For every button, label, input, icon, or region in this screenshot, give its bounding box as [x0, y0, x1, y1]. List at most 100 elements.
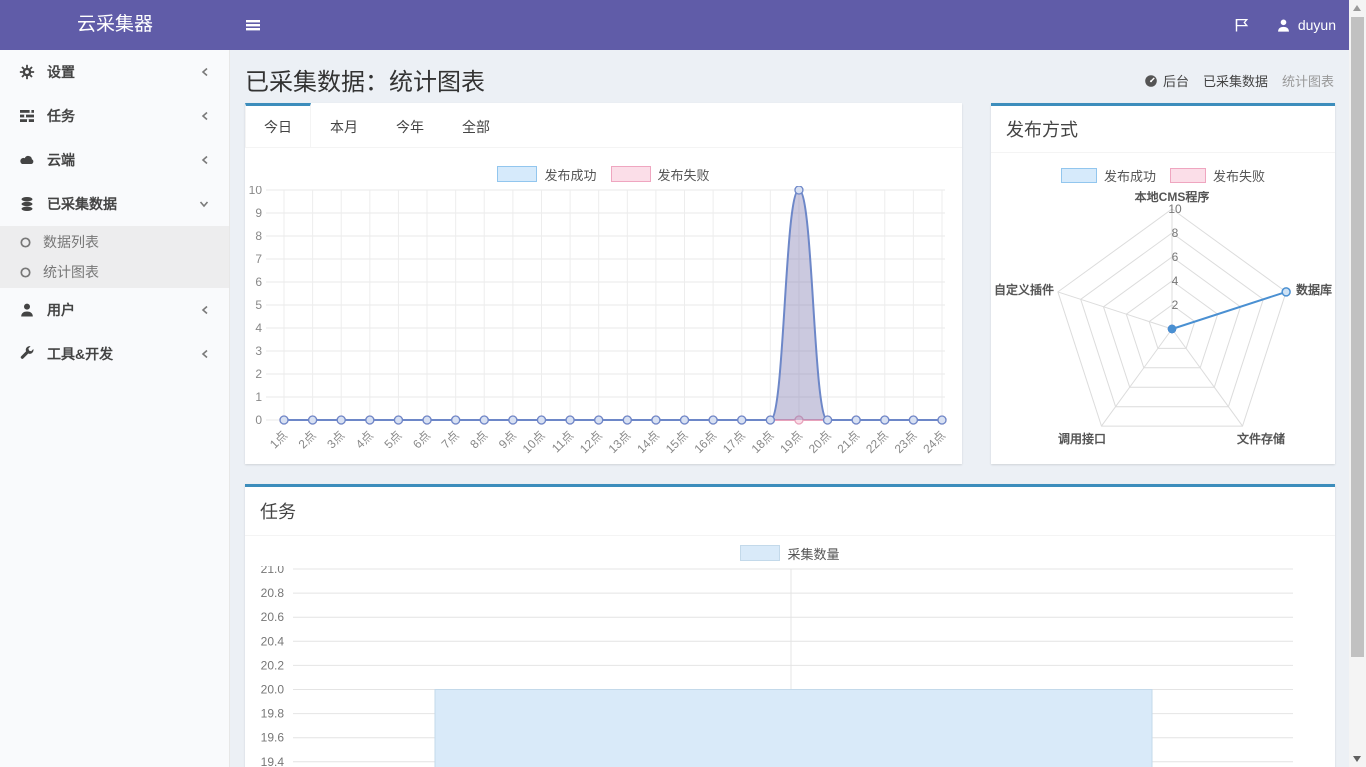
publish-method-radar-chart: 246810本地CMS程序数据库文件存储调用接口自定义插件: [991, 191, 1335, 467]
panel-title: 任务: [260, 502, 296, 522]
svg-text:20.2: 20.2: [261, 658, 285, 672]
publish-stats-panel: 今日 本月 今年 全部 发布成功 发布失败 0123456789101点2点3点…: [245, 103, 962, 464]
circle-outline-icon: [20, 267, 31, 278]
tasks-panel: 任务 采集数量 21.0 20.8 20.6 20.4 20.2 20.0 19.8 19.6…: [245, 484, 1335, 767]
svg-text:4: 4: [255, 321, 262, 335]
legend-label: 发布失败: [658, 165, 710, 184]
svg-text:20.0: 20.0: [261, 683, 285, 697]
svg-text:9: 9: [255, 206, 262, 220]
charts-row: 今日 本月 今年 全部 发布成功 发布失败 0123456789101点2点3点…: [245, 103, 1334, 464]
svg-text:7: 7: [255, 252, 262, 266]
tab-today[interactable]: 今日: [245, 103, 311, 147]
svg-text:20.6: 20.6: [261, 610, 285, 624]
chevron-left-icon: [200, 66, 210, 78]
svg-text:10点: 10点: [520, 428, 548, 456]
svg-text:20.4: 20.4: [261, 634, 285, 648]
svg-text:9点: 9点: [496, 428, 519, 451]
svg-text:19.6: 19.6: [261, 731, 285, 745]
svg-text:17点: 17点: [720, 428, 748, 456]
svg-text:22点: 22点: [863, 428, 891, 456]
bar-chart-legend: 采集数量: [245, 544, 1335, 562]
svg-text:23点: 23点: [892, 428, 920, 456]
svg-text:6: 6: [255, 275, 262, 289]
breadcrumb-label: 已采集数据: [1203, 71, 1268, 90]
svg-text:5点: 5点: [381, 428, 404, 451]
flag-menu-button[interactable]: [1233, 17, 1250, 33]
svg-text:21.0: 21.0: [261, 566, 285, 576]
tasks-bar-chart: 21.020.820.620.420.220.019.819.619.4: [260, 566, 1320, 767]
circle-outline-icon: [20, 237, 31, 248]
legend-publish-success[interactable]: 发布成功: [1061, 166, 1156, 185]
scrollbar-down-arrow[interactable]: [1353, 756, 1361, 762]
chevron-left-icon: [200, 154, 210, 166]
gear-icon: [19, 64, 35, 80]
sidebar-subitem-label: 统计图表: [43, 262, 99, 282]
flag-icon: [1233, 17, 1250, 33]
legend-label: 采集数量: [787, 544, 839, 563]
breadcrumb-collected-data[interactable]: 已采集数据: [1203, 71, 1268, 90]
svg-text:调用接口: 调用接口: [1058, 431, 1106, 446]
dashboard-icon: [1144, 74, 1158, 88]
page-scrollbar: [1349, 0, 1366, 767]
svg-text:13点: 13点: [606, 428, 634, 456]
svg-text:8点: 8点: [467, 428, 490, 451]
svg-text:20.8: 20.8: [261, 586, 285, 600]
sidebar: 设置 任务 云端: [0, 50, 230, 767]
line-chart-legend: 发布成功 发布失败: [245, 164, 962, 184]
fail-legend-swatch: [611, 166, 651, 182]
legend-collect-count[interactable]: 采集数量: [740, 544, 839, 563]
sidebar-item-settings[interactable]: 设置: [0, 50, 229, 94]
svg-text:19.8: 19.8: [261, 707, 285, 721]
svg-text:12点: 12点: [577, 428, 605, 456]
svg-text:10: 10: [1168, 202, 1182, 216]
user-menu-button[interactable]: duyun: [1276, 17, 1336, 33]
breadcrumb-current: 统计图表: [1282, 71, 1334, 90]
tab-this-year[interactable]: 今年: [377, 103, 443, 147]
svg-text:15点: 15点: [663, 428, 691, 456]
breadcrumb-label: 后台: [1163, 71, 1189, 90]
tab-this-month[interactable]: 本月: [311, 103, 377, 147]
sidebar-subitem-stats-chart[interactable]: 统计图表: [0, 257, 229, 287]
tab-all[interactable]: 全部: [443, 103, 509, 147]
svg-text:18点: 18点: [749, 428, 777, 456]
collected-data-submenu: 数据列表 统计图表: [0, 226, 229, 288]
user-avatar-icon: [1276, 18, 1291, 33]
legend-publish-fail[interactable]: 发布失败: [611, 165, 710, 184]
sidebar-subitem-data-list[interactable]: 数据列表: [0, 227, 229, 257]
breadcrumb-home[interactable]: 后台: [1144, 71, 1189, 90]
scrollbar-up-arrow[interactable]: [1353, 5, 1361, 11]
brand-logo[interactable]: 云采集器: [0, 0, 230, 50]
legend-publish-fail[interactable]: 发布失败: [1170, 166, 1265, 185]
sidebar-item-tasks[interactable]: 任务: [0, 94, 229, 138]
sidebar-item-tools-dev[interactable]: 工具&开发: [0, 332, 229, 376]
chevron-left-icon: [200, 304, 210, 316]
svg-text:数据库: 数据库: [1296, 282, 1332, 297]
sidebar-item-cloud[interactable]: 云端: [0, 138, 229, 182]
svg-text:21点: 21点: [834, 428, 862, 456]
svg-text:文件存储: 文件存储: [1237, 431, 1285, 446]
svg-text:6点: 6点: [410, 428, 433, 451]
sidebar-item-users[interactable]: 用户: [0, 288, 229, 332]
svg-text:1: 1: [255, 390, 262, 404]
legend-publish-success[interactable]: 发布成功: [497, 165, 596, 184]
radar-chart-legend: 发布成功 发布失败: [991, 165, 1335, 185]
success-legend-swatch: [1061, 168, 1097, 183]
sidebar-toggle-button[interactable]: [230, 0, 276, 50]
svg-text:5: 5: [255, 298, 262, 312]
svg-text:2: 2: [1172, 298, 1179, 312]
collect-legend-swatch: [740, 545, 780, 561]
svg-text:14点: 14点: [634, 428, 662, 456]
svg-text:11点: 11点: [549, 428, 576, 455]
sidebar-item-collected-data[interactable]: 已采集数据: [0, 182, 229, 226]
username-label: duyun: [1298, 17, 1336, 33]
scrollbar-thumb[interactable]: [1351, 17, 1364, 657]
tasks-icon: [19, 108, 35, 124]
panel-header: 任务: [245, 487, 1335, 536]
svg-text:0: 0: [255, 413, 262, 427]
panel-title: 发布方式: [1006, 120, 1078, 140]
svg-text:1点: 1点: [267, 428, 290, 451]
page-title: 已采集数据：统计图表: [245, 62, 485, 97]
user-icon: [19, 302, 35, 318]
svg-text:4点: 4点: [353, 428, 376, 451]
chevron-down-icon: [198, 199, 210, 209]
